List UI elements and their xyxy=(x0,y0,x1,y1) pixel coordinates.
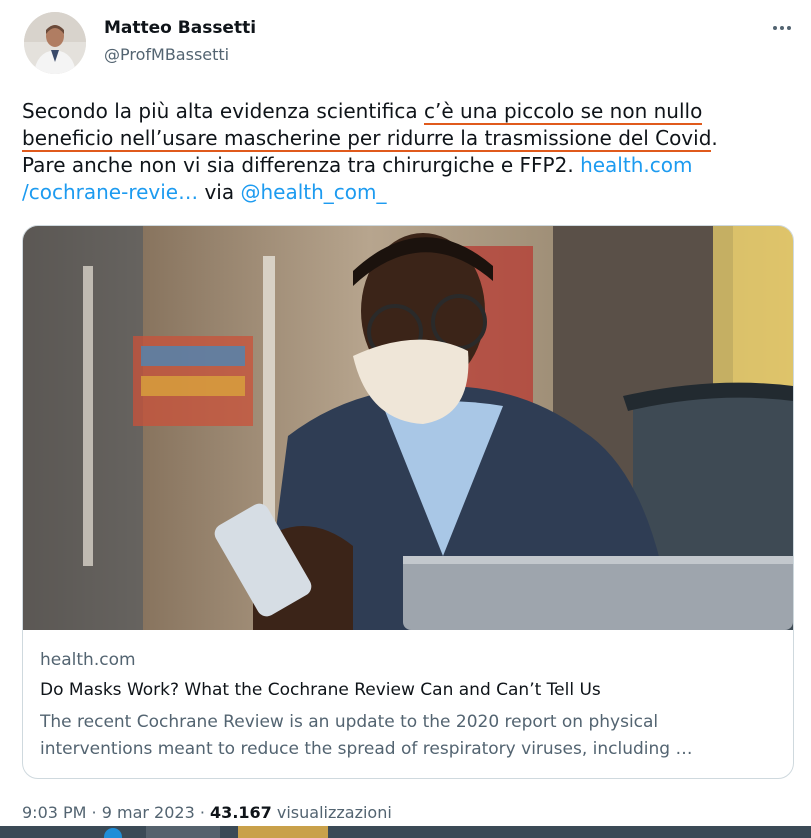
taskbar xyxy=(0,826,811,838)
card-title: Do Masks Work? What the Cochrane Review … xyxy=(40,680,601,700)
card-description-line: interventions meant to reduce the spread… xyxy=(40,739,693,759)
taskbar-item[interactable] xyxy=(238,826,328,838)
browser-icon[interactable] xyxy=(104,828,122,838)
view-count: 43.167 xyxy=(210,803,272,822)
card-description-line: The recent Cochrane Review is an update … xyxy=(40,712,659,732)
link-preview-card[interactable]: health.com Do Masks Work? What the Cochr… xyxy=(22,225,794,779)
author-name[interactable]: Matteo Bassetti xyxy=(104,18,256,38)
tweet-text-segment: Pare anche non vi sia differenza tra chi… xyxy=(22,153,581,177)
tweet-text-segment: . xyxy=(711,126,718,150)
taskbar-item[interactable] xyxy=(146,826,220,838)
avatar-image xyxy=(24,12,86,74)
meta-separator: · xyxy=(86,803,102,822)
tweet-line: /cochrane-revie… via @health_com_ xyxy=(22,179,792,206)
tweet-link[interactable]: /cochrane-revie… xyxy=(22,180,198,204)
card-domain: health.com xyxy=(40,650,136,670)
tweet-text-highlight: beneficio nell’usare mascherine per ridu… xyxy=(22,126,712,152)
tweet-text-highlight: c’è una piccolo se non nullo xyxy=(423,99,703,125)
tweet-mention-link[interactable]: @health_com_ xyxy=(240,180,386,204)
more-dot xyxy=(787,26,791,30)
tweet-text-segment: Secondo la più alta evidenza scientifica xyxy=(22,99,424,123)
tweet-line: Secondo la più alta evidenza scientifica… xyxy=(22,98,792,125)
tweet-meta: 9:03 PM · 9 mar 2023 · 43.167 visualizza… xyxy=(22,803,392,822)
view-count-label: visualizzazioni xyxy=(271,803,392,822)
tweet-time[interactable]: 9:03 PM xyxy=(22,803,86,822)
card-description: The recent Cochrane Review is an update … xyxy=(40,709,780,763)
tweet-line: Pare anche non vi sia differenza tra chi… xyxy=(22,152,792,179)
author-handle[interactable]: @ProfMBassetti xyxy=(104,45,229,64)
tweet-text: Secondo la più alta evidenza scientifica… xyxy=(22,98,792,206)
card-image xyxy=(23,226,793,630)
more-horizontal-icon[interactable] xyxy=(768,14,796,42)
avatar[interactable] xyxy=(24,12,86,74)
tweet-link[interactable]: health.com xyxy=(580,153,692,177)
tweet-date[interactable]: 9 mar 2023 xyxy=(102,803,195,822)
tweet-text-segment: via xyxy=(198,180,241,204)
tweet-line: beneficio nell’usare mascherine per ridu… xyxy=(22,125,792,152)
more-dot xyxy=(773,26,777,30)
more-dot xyxy=(780,26,784,30)
meta-separator: · xyxy=(194,803,211,822)
